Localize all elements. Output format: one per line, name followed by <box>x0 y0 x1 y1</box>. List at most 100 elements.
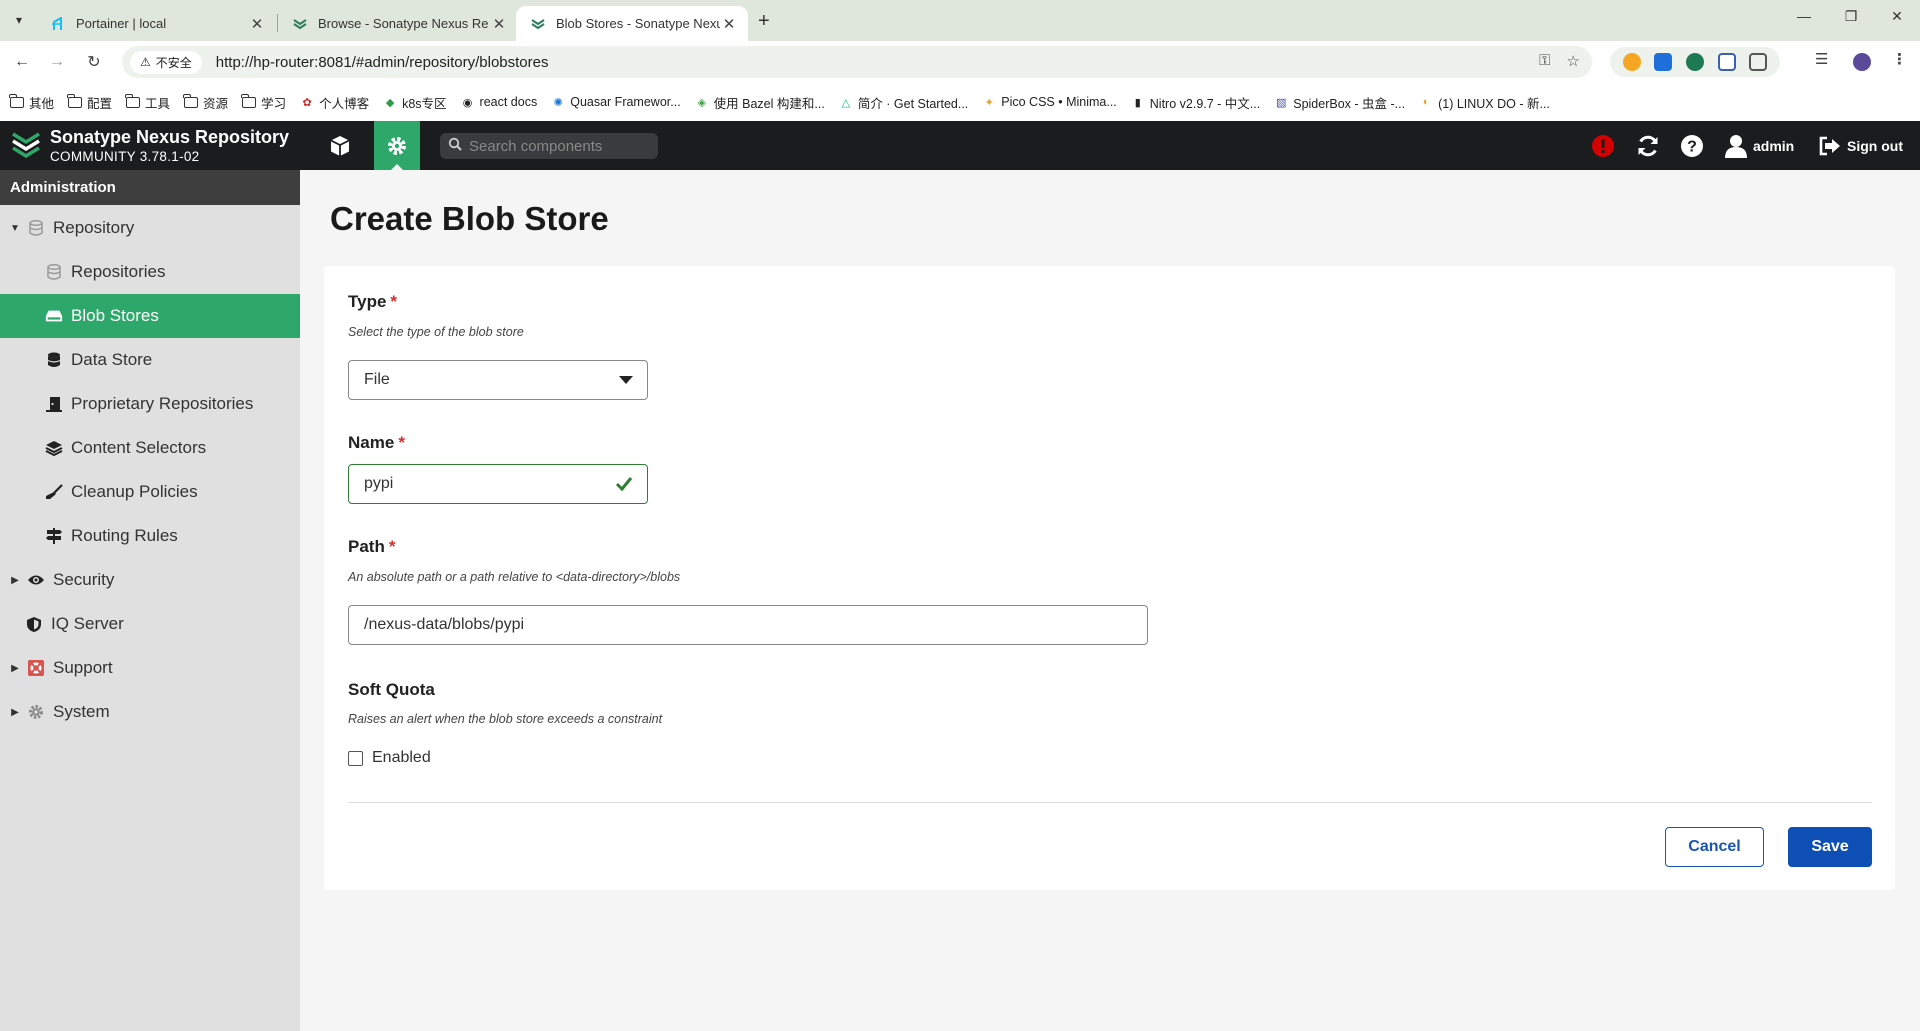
bookmark-link[interactable]: ▮ Nitro v2.9.7 - 中文... <box>1131 93 1260 112</box>
extension-orange-icon[interactable] <box>1622 53 1641 71</box>
system-alert-icon[interactable] <box>1591 133 1615 159</box>
bookmark-link[interactable]: ▧ SpiderBox - 虫盒 -... <box>1274 93 1405 112</box>
caret-down-icon[interactable]: ▼ <box>9 223 21 234</box>
sidebar-item-data-store[interactable]: Data Store <box>0 338 300 382</box>
sidebar-item-cleanup-policies[interactable]: Cleanup Policies <box>0 470 300 514</box>
sidebar-item-proprietary-repositories[interactable]: Proprietary Repositories <box>0 382 300 426</box>
bookmark-link[interactable]: ✺ Quasar Framewor... <box>551 95 681 109</box>
admin-sidebar: Administration ▼ Repository Repositories… <box>0 170 300 1031</box>
folder-icon <box>67 93 83 108</box>
bookmark-link[interactable]: ✦ Pico CSS • Minima... <box>982 95 1117 109</box>
lifebuoy-icon <box>27 659 45 677</box>
k8s-icon: ◆ <box>385 96 395 109</box>
refresh-icon[interactable] <box>1636 133 1660 159</box>
folder-icon <box>183 93 199 108</box>
close-tab-icon[interactable]: ✕ <box>490 15 508 33</box>
bookmark-link[interactable]: ◐ (1) LINUX DO - 新... <box>1419 93 1550 112</box>
reload-icon[interactable]: ↻ <box>82 50 106 74</box>
soft-quota-enabled-row[interactable]: Enabled <box>348 749 431 767</box>
user-menu[interactable]: admin <box>1725 133 1794 159</box>
caret-right-icon[interactable]: ▶ <box>9 663 21 674</box>
close-tab-icon[interactable]: ✕ <box>248 15 266 33</box>
sidebar-item-routing-rules[interactable]: Routing Rules <box>0 514 300 558</box>
extension-calendar-icon[interactable] <box>1717 53 1736 71</box>
path-label: Path * <box>348 537 396 556</box>
react-icon: ◉ <box>462 96 473 109</box>
folder-icon <box>241 93 257 108</box>
tab-search-chevron-icon[interactable]: ▾ <box>8 9 30 31</box>
minimize-icon[interactable]: — <box>1781 8 1827 24</box>
sign-out-button[interactable]: Sign out <box>1819 133 1903 159</box>
browser-tab-browse-nexus[interactable]: Browse - Sonatype Nexus Re ✕ <box>278 6 518 41</box>
caret-right-icon[interactable]: ▶ <box>9 575 21 586</box>
spiderbox-icon: ▧ <box>1276 96 1287 109</box>
hdd-icon <box>45 307 63 325</box>
sidebar-item-system[interactable]: ▶ System <box>0 690 300 734</box>
portainer-icon <box>50 16 66 32</box>
bookmark-folder[interactable]: 配置 <box>67 93 112 112</box>
nexus-icon <box>530 16 546 32</box>
new-tab-icon[interactable]: + <box>758 10 770 33</box>
password-key-icon[interactable]: ⚿ <box>1539 52 1550 70</box>
sidebar-heading: Administration <box>0 170 300 205</box>
bookmark-folder[interactable]: 其他 <box>9 93 54 112</box>
type-select[interactable]: File <box>348 360 648 400</box>
component-search[interactable] <box>440 133 658 159</box>
path-help-text: An absolute path or a path relative to <… <box>348 570 681 584</box>
bookmark-star-icon[interactable]: ☆ <box>1567 52 1580 70</box>
administration-gear-icon[interactable] <box>374 121 420 170</box>
sonatype-logo-icon[interactable] <box>10 128 42 162</box>
bookmark-link[interactable]: ◉ react docs <box>461 95 537 109</box>
reading-list-icon[interactable]: ☰ <box>1815 50 1828 68</box>
database-icon <box>45 263 63 281</box>
search-input[interactable] <box>469 137 649 155</box>
browser-tab-portainer[interactable]: Portainer | local ✕ <box>36 6 276 41</box>
name-field[interactable]: pypi <box>348 464 648 504</box>
database-icon <box>27 219 45 237</box>
bookmark-link[interactable]: △ 简介 · Get Started... <box>839 93 969 112</box>
profile-avatar-icon[interactable] <box>1853 53 1871 71</box>
sidebar-item-iq-server[interactable]: IQ Server <box>0 602 300 646</box>
save-button[interactable]: Save <box>1788 827 1872 867</box>
browser-tab-blob-stores[interactable]: Blob Stores - Sonatype Nexu ✕ <box>516 6 748 41</box>
extension-green-icon[interactable] <box>1685 53 1704 71</box>
page-title: Create Blob Store <box>330 200 609 237</box>
linuxdo-icon: ◐ <box>1422 96 1430 108</box>
restore-icon[interactable]: ❐ <box>1828 8 1874 25</box>
back-arrow-icon[interactable]: ← <box>10 50 34 74</box>
sidebar-item-support[interactable]: ▶ Support <box>0 646 300 690</box>
forward-arrow-icon[interactable]: → <box>45 50 69 74</box>
extensions-puzzle-icon[interactable] <box>1749 53 1768 71</box>
bookmark-folder[interactable]: 资源 <box>183 93 228 112</box>
close-window-icon[interactable]: ✕ <box>1874 8 1920 25</box>
sidebar-item-blob-stores[interactable]: Blob Stores <box>0 294 300 338</box>
url-text[interactable]: http://hp-router:8081/#admin/repository/… <box>216 54 549 71</box>
sidebar-item-content-selectors[interactable]: Content Selectors <box>0 426 300 470</box>
required-marker: * <box>390 292 398 311</box>
soft-quota-checkbox[interactable] <box>348 750 363 766</box>
close-tab-icon[interactable]: ✕ <box>720 15 738 33</box>
signpost-icon <box>45 527 63 545</box>
bookmark-link[interactable]: ✿ 个人博客 <box>300 93 369 112</box>
path-field[interactable]: /nexus-data/blobs/pypi <box>348 605 1148 645</box>
sidebar-item-security[interactable]: ▶ Security <box>0 558 300 602</box>
extension-blue-icon[interactable] <box>1654 53 1673 71</box>
help-icon[interactable]: ? <box>1680 133 1704 159</box>
bookmark-folder[interactable]: 学习 <box>241 93 286 112</box>
sidebar-item-repository[interactable]: ▼ Repository <box>0 206 300 250</box>
extensions-group <box>1610 47 1780 77</box>
browse-cube-icon[interactable] <box>320 130 360 162</box>
form-divider <box>348 802 1872 803</box>
warning-icon: ⚠ <box>140 55 151 69</box>
bookmark-link[interactable]: ◈ 使用 Bazel 构建和... <box>695 93 824 112</box>
site-info-button[interactable]: ⚠ 不安全 <box>130 50 202 74</box>
address-bar[interactable]: ⚠ 不安全 http://hp-router:8081/#admin/repos… <box>122 46 1592 78</box>
bookmark-link[interactable]: ◆ k8s专区 <box>383 93 447 112</box>
cancel-button[interactable]: Cancel <box>1665 827 1764 867</box>
pico-icon: ✦ <box>984 96 994 109</box>
browser-menu-icon[interactable]: ⋮ <box>1892 50 1907 68</box>
sidebar-item-repositories[interactable]: Repositories <box>0 250 300 294</box>
caret-right-icon[interactable]: ▶ <box>9 707 21 718</box>
bookmark-folder[interactable]: 工具 <box>125 93 170 112</box>
nitro-icon: ▮ <box>1134 96 1141 109</box>
